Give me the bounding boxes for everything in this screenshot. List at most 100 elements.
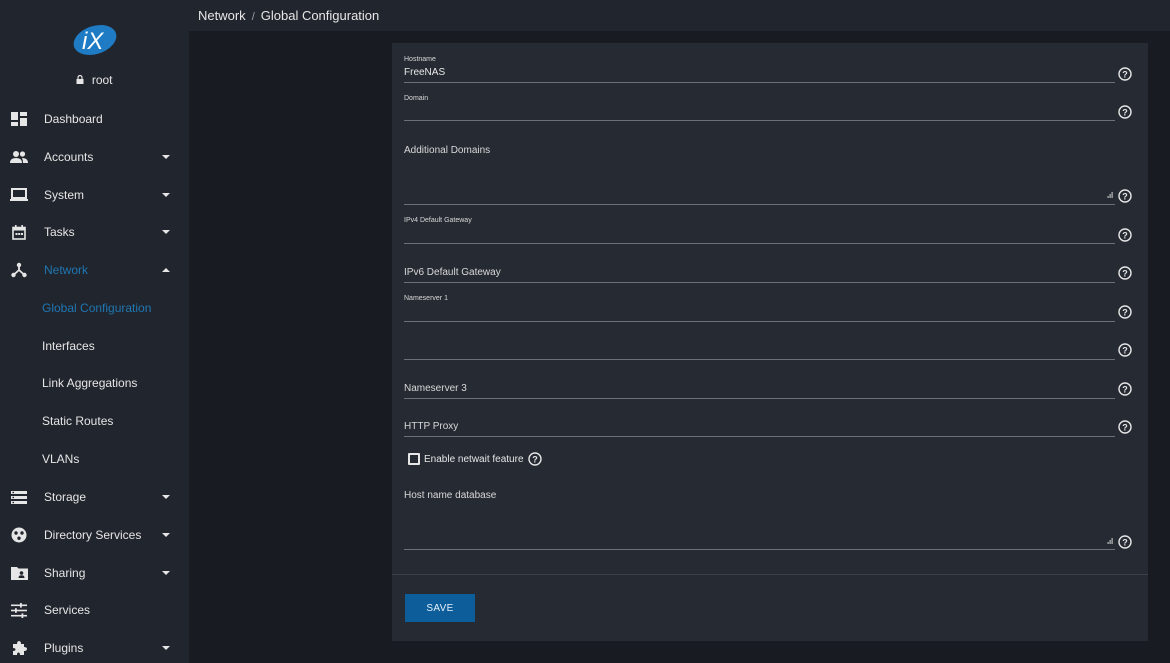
nameserver1-label: Nameserver 1 xyxy=(404,295,448,302)
svg-text:?: ? xyxy=(1122,191,1128,201)
nameserver3-field[interactable]: Nameserver 3 xyxy=(404,383,1115,400)
http-proxy-help-icon[interactable]: ? xyxy=(1118,420,1132,434)
lock-icon xyxy=(76,74,84,84)
nameserver1-help-icon[interactable]: ? xyxy=(1118,305,1132,319)
storage-icon xyxy=(10,488,28,506)
subnav-link-aggregations[interactable]: Link Aggregations xyxy=(0,364,189,402)
nav-system[interactable]: System xyxy=(0,176,189,214)
nameserver3-help-icon[interactable]: ? xyxy=(1118,382,1132,396)
nameserver2-help-icon[interactable]: ? xyxy=(1118,343,1132,357)
svg-text:?: ? xyxy=(1122,345,1128,355)
svg-text:?: ? xyxy=(1122,268,1128,278)
http-proxy-underline xyxy=(404,436,1115,437)
nav-network[interactable]: Network xyxy=(0,251,189,289)
nav-label: Tasks xyxy=(44,225,75,239)
svg-text:?: ? xyxy=(532,454,538,464)
svg-text:?: ? xyxy=(1122,384,1128,394)
save-button[interactable]: SAVE xyxy=(405,594,475,622)
form-divider xyxy=(392,574,1148,575)
breadcrumb-separator: / xyxy=(251,11,255,23)
nameserver1-underline xyxy=(404,321,1115,322)
nameserver2-underline xyxy=(404,359,1115,360)
sharing-icon xyxy=(10,564,28,582)
sidebar: iX root Dashboard Accounts System Tasks xyxy=(0,0,189,663)
subnav-label: Interfaces xyxy=(42,339,95,353)
nav-label: Directory Services xyxy=(44,528,142,542)
ipv4-gateway-field[interactable]: IPv4 Default Gateway xyxy=(404,217,1115,245)
subnav-interfaces[interactable]: Interfaces xyxy=(0,327,189,365)
subnav-label: Global Configuration xyxy=(42,301,152,315)
domain-label: Domain xyxy=(404,95,429,102)
subnav-label: Link Aggregations xyxy=(42,376,138,390)
hosts-db-label: Host name database xyxy=(404,490,497,501)
hosts-db-field[interactable]: Host name database xyxy=(404,490,1115,552)
nameserver2-field[interactable] xyxy=(404,333,1115,361)
nav-label: Network xyxy=(44,263,89,277)
svg-text:?: ? xyxy=(1122,69,1128,79)
breadcrumb-current: Global Configuration xyxy=(260,8,380,23)
nav-accounts[interactable]: Accounts xyxy=(0,138,189,176)
subnav-label: Static Routes xyxy=(42,414,114,428)
hostname-label: Hostname xyxy=(404,56,436,63)
svg-text:?: ? xyxy=(1122,422,1128,432)
network-icon xyxy=(10,261,28,279)
nameserver3-label: Nameserver 3 xyxy=(404,383,467,394)
additional-domains-help-icon[interactable]: ? xyxy=(1118,189,1132,203)
nav-tasks[interactable]: Tasks xyxy=(0,213,189,251)
system-icon xyxy=(10,186,28,204)
nav-storage[interactable]: Storage xyxy=(0,478,189,516)
ipv4-gateway-underline xyxy=(404,243,1115,244)
netwait-help-icon[interactable]: ? xyxy=(527,452,542,466)
nav-label: Dashboard xyxy=(44,112,103,126)
nav-sharing[interactable]: Sharing xyxy=(0,554,189,592)
http-proxy-field[interactable]: HTTP Proxy xyxy=(404,421,1115,438)
chevron-down-icon xyxy=(162,495,170,499)
nav-label: Storage xyxy=(44,490,87,504)
nav-label: Sharing xyxy=(44,566,86,580)
directory-services-icon xyxy=(10,526,28,544)
resize-handle-icon[interactable] xyxy=(1107,538,1113,544)
chevron-down-icon xyxy=(162,230,170,234)
additional-domains-field[interactable]: Additional Domains xyxy=(404,144,1115,206)
username: root xyxy=(91,73,113,87)
hostname-help-icon[interactable]: ? xyxy=(1118,67,1132,81)
netwait-label[interactable]: Enable netwait feature xyxy=(424,454,524,465)
chevron-up-icon xyxy=(162,268,170,272)
ipv4-gateway-help-icon[interactable]: ? xyxy=(1118,228,1132,242)
resize-handle-icon[interactable] xyxy=(1107,192,1113,198)
domain-underline xyxy=(404,120,1115,121)
domain-help-icon[interactable]: ? xyxy=(1118,105,1132,119)
nameserver1-field[interactable]: Nameserver 1 xyxy=(404,295,1115,323)
nav-directory-services[interactable]: Directory Services xyxy=(0,516,189,554)
ix-logo: iX xyxy=(73,25,117,55)
nav-dashboard[interactable]: Dashboard xyxy=(0,100,189,138)
subnav-global-configuration[interactable]: Global Configuration xyxy=(0,289,189,327)
nav-services[interactable]: Services xyxy=(0,591,189,629)
netwait-checkbox[interactable] xyxy=(408,453,420,465)
ipv6-gateway-field[interactable]: IPv6 Default Gateway xyxy=(404,267,1115,284)
svg-text:?: ? xyxy=(1122,307,1128,317)
subnav-vlans[interactable]: VLANs xyxy=(0,440,189,478)
ipv6-gateway-help-icon[interactable]: ? xyxy=(1118,266,1132,280)
dashboard-icon xyxy=(10,110,28,128)
hosts-db-underline xyxy=(404,549,1115,550)
netwait-option: Enable netwait feature ? xyxy=(408,452,542,466)
subnav-static-routes[interactable]: Static Routes xyxy=(0,402,189,440)
breadcrumb: Network / Global Configuration xyxy=(198,8,379,23)
breadcrumb-parent[interactable]: Network xyxy=(198,8,246,23)
nav-label: Plugins xyxy=(44,641,84,655)
hosts-db-help-icon[interactable]: ? xyxy=(1118,535,1132,549)
svg-text:iX: iX xyxy=(82,28,104,55)
chevron-down-icon xyxy=(162,646,170,650)
nav-plugins[interactable]: Plugins xyxy=(0,629,189,663)
nav-label: Services xyxy=(44,603,91,617)
domain-field[interactable]: Domain xyxy=(404,94,1115,122)
global-configuration-form: Hostname FreeNAS ? Domain ? Additional D… xyxy=(392,43,1148,641)
svg-text:?: ? xyxy=(1122,230,1128,240)
chevron-down-icon xyxy=(162,155,170,159)
hostname-value[interactable]: FreeNAS xyxy=(404,67,445,78)
chevron-down-icon xyxy=(162,571,170,575)
tasks-icon xyxy=(10,223,28,241)
hostname-field[interactable]: Hostname FreeNAS xyxy=(404,55,1115,83)
nav-label: Accounts xyxy=(44,150,94,164)
